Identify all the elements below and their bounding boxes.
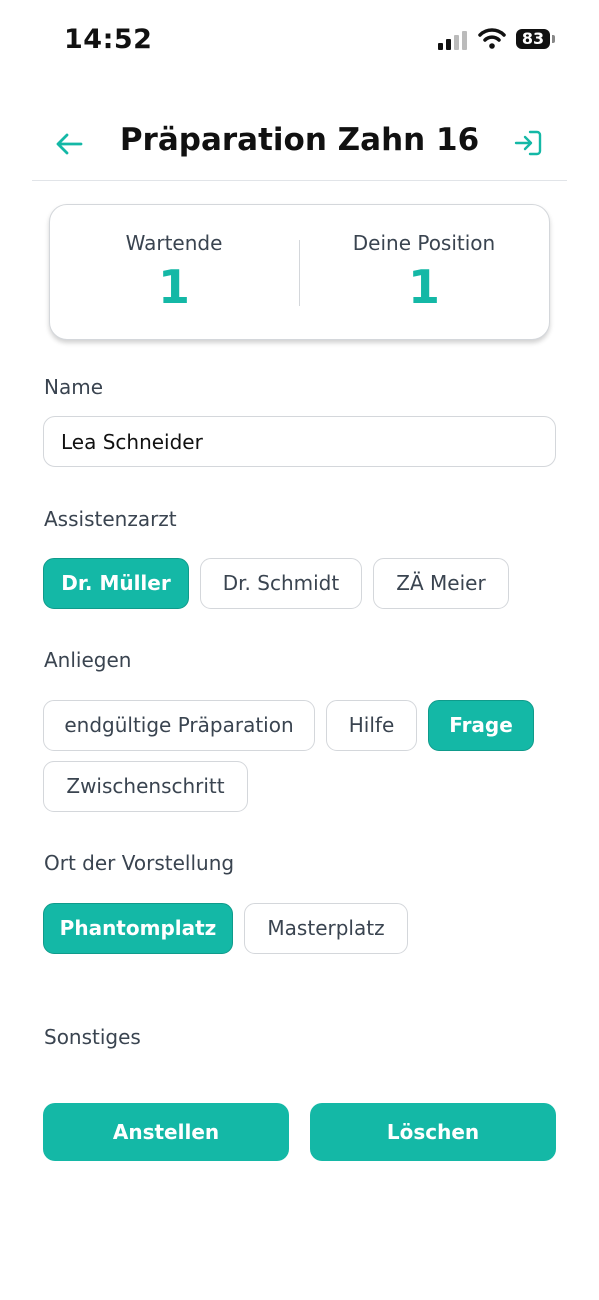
location-label: Ort der Vorstellung xyxy=(44,851,235,875)
assistant-label: Assistenzarzt xyxy=(44,507,177,531)
sign-in-icon[interactable] xyxy=(513,128,543,158)
name-input[interactable] xyxy=(43,416,556,467)
concern-chip[interactable]: Hilfe xyxy=(326,700,417,751)
arrow-left-icon[interactable] xyxy=(54,129,84,159)
battery-cap xyxy=(552,35,555,43)
concern-label: Anliegen xyxy=(44,648,132,672)
status-time: 14:52 xyxy=(64,24,153,55)
waiting-count: 1 xyxy=(157,260,190,314)
name-label: Name xyxy=(44,375,104,399)
assistant-chip[interactable]: Dr. Müller xyxy=(43,558,189,609)
other-label: Sonstiges xyxy=(44,1025,141,1049)
assistant-chip[interactable]: Dr. Schmidt xyxy=(200,558,362,609)
concern-chip[interactable]: Zwischenschritt xyxy=(43,761,248,812)
page-title: Präparation Zahn 16 xyxy=(119,122,480,158)
wifi-icon xyxy=(478,28,506,49)
assistant-chip[interactable]: ZÄ Meier xyxy=(373,558,509,609)
battery-icon: 83 xyxy=(516,29,550,49)
card-divider xyxy=(299,240,300,306)
waiting-label: Wartende xyxy=(125,231,223,255)
location-chip[interactable]: Masterplatz xyxy=(244,903,408,954)
header-divider xyxy=(32,180,567,181)
queue-up-button[interactable]: Anstellen xyxy=(43,1103,289,1161)
position-value: 1 xyxy=(407,260,440,314)
cellular-signal-icon xyxy=(438,31,467,50)
location-chip[interactable]: Phantomplatz xyxy=(43,903,233,954)
delete-button[interactable]: Löschen xyxy=(310,1103,556,1161)
position-label: Deine Position xyxy=(352,231,496,255)
concern-chip[interactable]: Frage xyxy=(428,700,534,751)
concern-chip[interactable]: endgültige Präparation xyxy=(43,700,315,751)
